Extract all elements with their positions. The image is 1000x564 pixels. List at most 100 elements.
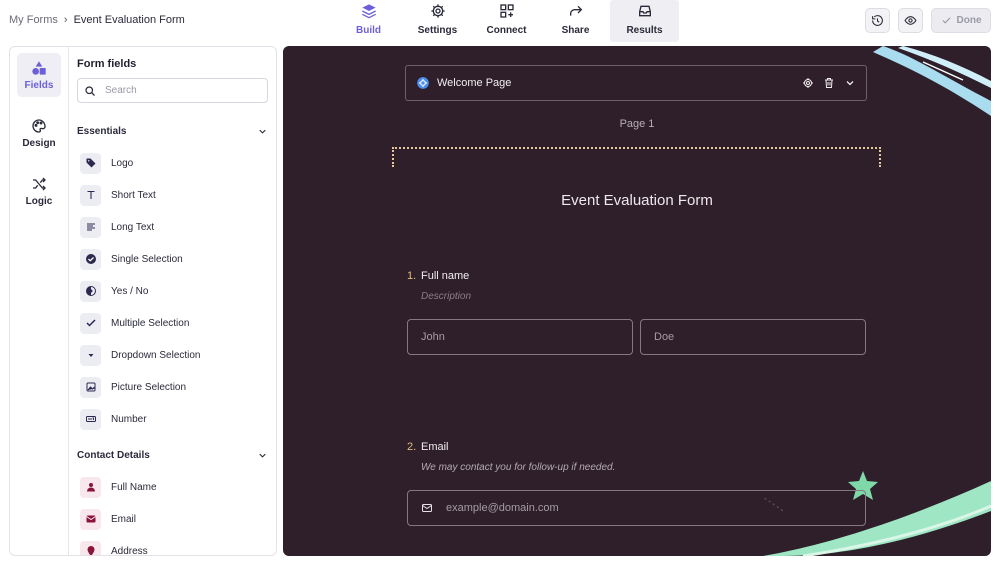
apps-add-icon bbox=[499, 4, 514, 18]
field-item-label: Address bbox=[111, 545, 148, 556]
rail-design-label: Design bbox=[22, 137, 56, 149]
field-item-label: Short Text bbox=[111, 189, 156, 201]
fields-pane-title: Form fields bbox=[77, 58, 137, 70]
fields-pane: Form fields Essentials Logo Short Text L… bbox=[69, 47, 276, 556]
check-icon bbox=[941, 17, 951, 24]
top-bar: My Forms › Event Evaluation Form Build S… bbox=[0, 0, 1000, 44]
trash-icon[interactable] bbox=[823, 77, 835, 89]
rail-fields[interactable]: Fields bbox=[17, 53, 61, 97]
share-arrow-icon bbox=[569, 5, 582, 16]
rail-logic-label: Logic bbox=[25, 195, 53, 207]
inbox-icon bbox=[638, 5, 651, 17]
layers-icon bbox=[361, 4, 376, 19]
field-item-label: Multiple Selection bbox=[111, 317, 190, 329]
breadcrumb: My Forms › Event Evaluation Form bbox=[9, 14, 185, 26]
field-item-label: Picture Selection bbox=[111, 381, 187, 393]
tab-results-label: Results bbox=[626, 25, 663, 36]
field-item-label: Number bbox=[111, 413, 147, 425]
field-item-single-selection[interactable]: Single Selection bbox=[80, 248, 183, 270]
field-item-label: Dropdown Selection bbox=[111, 349, 201, 361]
tab-results[interactable]: Results bbox=[610, 0, 679, 42]
field-item-dropdown-selection[interactable]: Dropdown Selection bbox=[80, 344, 201, 366]
first-name-input[interactable]: John bbox=[407, 319, 633, 355]
form-canvas[interactable]: Welcome Page Page 1 Event Evaluation For… bbox=[283, 46, 991, 556]
field-search[interactable] bbox=[77, 78, 268, 103]
gear-icon bbox=[430, 4, 445, 18]
search-icon bbox=[85, 85, 95, 96]
rail-design[interactable]: Design bbox=[17, 111, 61, 155]
section-essentials[interactable]: Essentials bbox=[77, 126, 268, 137]
image-icon bbox=[80, 376, 101, 398]
main-nav-tabs: Build Settings Connect Share Results bbox=[334, 0, 679, 42]
email-input[interactable]: example@domain.com bbox=[407, 490, 866, 526]
question-description[interactable]: We may contact you for follow-up if need… bbox=[421, 462, 615, 473]
section-essentials-title: Essentials bbox=[77, 126, 127, 137]
brush-stroke-decoration-top bbox=[873, 46, 991, 116]
breadcrumb-my-forms[interactable]: My Forms bbox=[9, 14, 58, 26]
email-placeholder: example@domain.com bbox=[446, 502, 559, 514]
tab-connect-label: Connect bbox=[486, 25, 527, 36]
history-icon bbox=[872, 15, 883, 26]
tab-share[interactable]: Share bbox=[541, 0, 610, 42]
check-circle-icon bbox=[80, 248, 101, 270]
welcome-page-card[interactable]: Welcome Page bbox=[405, 65, 867, 101]
person-icon bbox=[80, 476, 101, 498]
field-item-number[interactable]: Number bbox=[80, 408, 147, 430]
envelope-icon bbox=[422, 504, 432, 512]
text-t-icon bbox=[80, 184, 101, 206]
left-panel: Fields Design Logic Form fields Essentia… bbox=[9, 46, 277, 556]
field-item-label: Logo bbox=[111, 157, 134, 169]
question-description[interactable]: Description bbox=[421, 291, 471, 302]
paragraph-icon bbox=[80, 216, 101, 238]
question-title-email[interactable]: Email bbox=[421, 441, 449, 453]
shuffle-icon bbox=[33, 177, 46, 190]
palette-icon bbox=[32, 118, 46, 133]
question-title-full-name[interactable]: Full name bbox=[421, 270, 469, 282]
welcome-tools bbox=[802, 77, 856, 89]
field-item-short-text[interactable]: Short Text bbox=[80, 184, 156, 206]
form-title[interactable]: Event Evaluation Form bbox=[283, 192, 991, 209]
pin-icon bbox=[80, 540, 101, 555]
breadcrumb-separator: › bbox=[63, 14, 68, 26]
tab-connect[interactable]: Connect bbox=[472, 0, 541, 42]
search-input[interactable] bbox=[105, 85, 255, 96]
caret-down-icon bbox=[80, 344, 101, 366]
gear-badge-icon bbox=[417, 77, 429, 89]
rail-fields-label: Fields bbox=[24, 79, 54, 91]
first-name-placeholder: John bbox=[421, 331, 445, 343]
chevron-down-icon[interactable] bbox=[844, 77, 856, 89]
tab-build[interactable]: Build bbox=[334, 0, 403, 42]
chevron-down-icon bbox=[259, 453, 266, 458]
field-item-label: Single Selection bbox=[111, 253, 183, 265]
field-item-picture-selection[interactable]: Picture Selection bbox=[80, 376, 186, 398]
preview-button[interactable] bbox=[898, 8, 923, 33]
field-item-label: Yes / No bbox=[111, 285, 149, 297]
last-name-input[interactable]: Doe bbox=[640, 319, 866, 355]
field-item-yes-no[interactable]: Yes / No bbox=[80, 280, 148, 302]
history-button[interactable] bbox=[865, 8, 890, 33]
last-name-placeholder: Doe bbox=[654, 331, 675, 343]
field-item-logo[interactable]: Logo bbox=[80, 152, 133, 174]
question-number: 2. bbox=[407, 441, 417, 453]
field-item-full-name[interactable]: Full Name bbox=[80, 476, 157, 498]
done-label: Done bbox=[956, 15, 982, 26]
page-drop-zone bbox=[392, 147, 881, 167]
tab-build-label: Build bbox=[356, 25, 381, 36]
envelope-icon bbox=[80, 508, 101, 530]
field-item-address[interactable]: Address bbox=[80, 540, 148, 556]
top-actions: Done bbox=[865, 8, 991, 33]
number-icon bbox=[80, 408, 101, 430]
gear-icon[interactable] bbox=[802, 77, 814, 89]
tab-settings-label: Settings bbox=[417, 25, 458, 36]
question-number: 1. bbox=[407, 270, 417, 282]
field-item-email[interactable]: Email bbox=[80, 508, 136, 530]
half-circle-icon bbox=[80, 280, 101, 302]
section-contact-details[interactable]: Contact Details bbox=[77, 450, 268, 461]
tab-share-label: Share bbox=[561, 25, 590, 36]
tab-settings[interactable]: Settings bbox=[403, 0, 472, 42]
done-button[interactable]: Done bbox=[931, 8, 991, 33]
field-item-long-text[interactable]: Long Text bbox=[80, 216, 154, 238]
rail-logic[interactable]: Logic bbox=[17, 169, 61, 213]
field-item-multiple-selection[interactable]: Multiple Selection bbox=[80, 312, 189, 334]
section-contact-title: Contact Details bbox=[77, 450, 150, 461]
